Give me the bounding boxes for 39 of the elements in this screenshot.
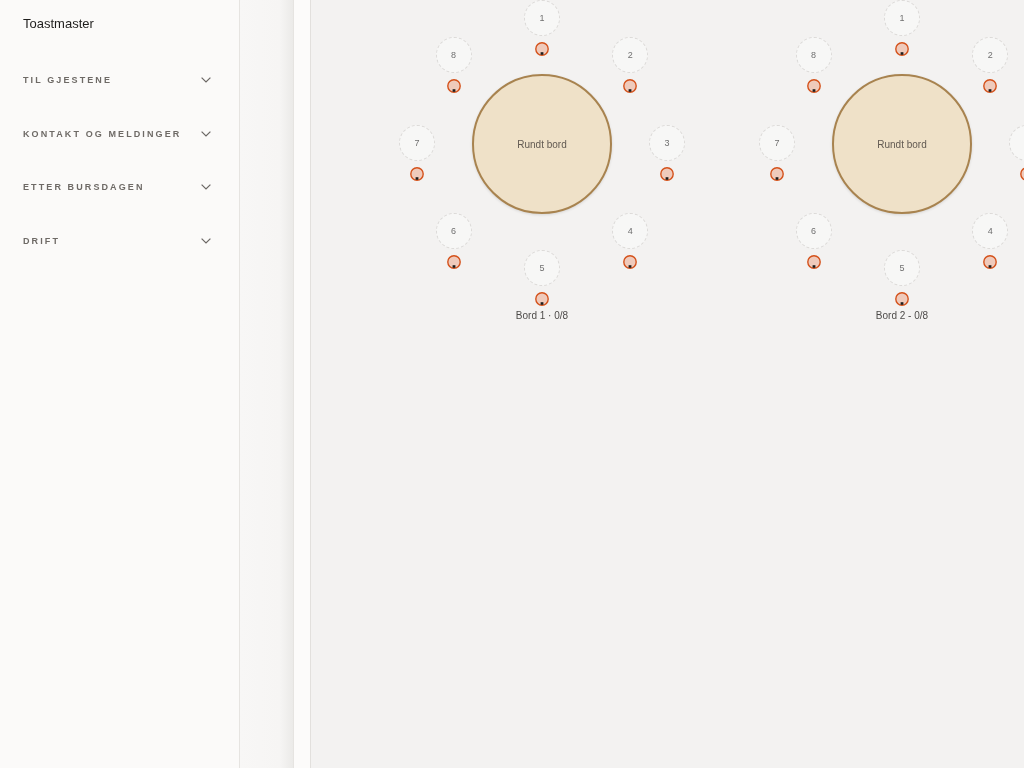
seat-circle: 5	[884, 250, 920, 286]
seat-handle-icon[interactable]	[895, 42, 909, 56]
seat-circle: 8	[435, 36, 472, 73]
seat-circle: 4	[612, 213, 649, 250]
table-caption: Bord 2 - 0/8	[875, 309, 929, 323]
seat-circle: 8	[795, 36, 832, 73]
seat-handle-icon[interactable]	[983, 78, 998, 93]
seat-handle-icon[interactable]	[410, 167, 424, 181]
seat-handle-icon[interactable]	[770, 167, 784, 181]
seat-handle-icon[interactable]	[446, 255, 461, 270]
section-toggle[interactable]: DRIFT	[23, 214, 210, 268]
table-caption: Bord 1 · 0/8	[515, 309, 569, 323]
seat-circle: 3	[649, 125, 685, 161]
seat-handle-icon[interactable]	[623, 78, 638, 93]
seat-circle: 4	[972, 213, 1009, 250]
section-toggle[interactable]: TIL GJESTENE	[23, 53, 210, 107]
seat-circle: 7	[759, 125, 795, 161]
seat-handle-icon[interactable]	[446, 78, 461, 93]
seat-circle: 2	[972, 36, 1009, 73]
round-table: Rundt bord	[472, 74, 612, 214]
seat-handle-icon[interactable]	[535, 42, 549, 56]
round-table: Rundt bord	[832, 74, 972, 214]
seat-circle: 6	[435, 213, 472, 250]
section-toggle[interactable]: KONTAKT OG MELDINGER	[23, 106, 210, 161]
seat-handle-icon[interactable]	[660, 167, 674, 181]
app-title: Toastmaster	[23, 16, 94, 32]
seat-handle-icon[interactable]	[535, 292, 549, 306]
section-toggle[interactable]: ETTER BURSDAGEN	[23, 160, 210, 215]
seat-handle-icon[interactable]	[895, 292, 909, 306]
seat-circle: 1	[884, 0, 920, 36]
seat-circle: 2	[612, 36, 649, 73]
seat-circle: 5	[524, 250, 560, 286]
seat-handle-icon[interactable]	[806, 255, 821, 270]
seat-circle: 6	[795, 213, 832, 250]
seat-circle: 1	[524, 0, 560, 36]
seat-circle: 7	[399, 125, 435, 161]
seat-handle-icon[interactable]	[623, 255, 638, 270]
seat-handle-icon[interactable]	[806, 78, 821, 93]
seat-handle-icon[interactable]	[983, 255, 998, 270]
